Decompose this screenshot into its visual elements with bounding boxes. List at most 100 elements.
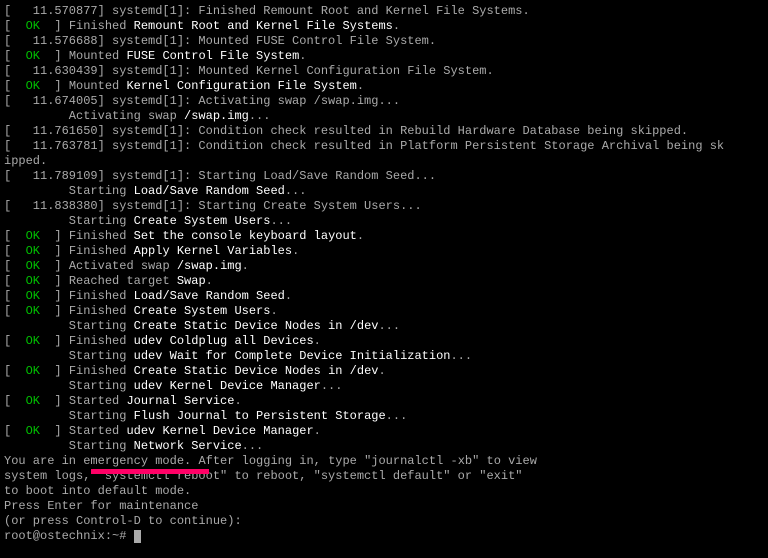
bracket: [ (4, 79, 26, 93)
timestamp-line: [ 11.674005] systemd[1]: Activating swap… (4, 94, 400, 108)
boot-console[interactable]: [ 11.570877] systemd[1]: Finished Remoun… (0, 0, 768, 548)
console-line: Starting Network Service... (4, 439, 764, 454)
console-line: [ OK ] Started Journal Service. (4, 394, 764, 409)
bracket: [ (4, 289, 26, 303)
status-unit: Create Static Device Nodes in /dev (134, 319, 379, 333)
status-unit: /swap.img (177, 259, 242, 273)
bracket: ] (40, 244, 69, 258)
bracket: ] (40, 19, 69, 33)
timestamp-line: [ 11.576688] systemd[1]: Mounted FUSE Co… (4, 34, 436, 48)
status-pre: Activating swap (4, 109, 184, 123)
status-pre: Finished (69, 289, 134, 303)
status-post: . (378, 364, 385, 378)
ok-status: OK (26, 49, 40, 63)
status-unit: Journal Service (126, 394, 234, 408)
emergency-line-4: Press Enter for maintenance (4, 499, 764, 514)
bracket: [ (4, 304, 26, 318)
status-unit: Flush Journal to Persistent Storage (134, 409, 386, 423)
bracket: ] (40, 259, 69, 273)
status-post: . (270, 304, 277, 318)
timestamp-line: [ 11.761650] systemd[1]: Condition check… (4, 124, 688, 138)
ok-status: OK (26, 274, 40, 288)
status-post: ... (270, 214, 292, 228)
status-post: . (357, 79, 364, 93)
status-unit: udev Wait for Complete Device Initializa… (134, 349, 451, 363)
console-line: [ 11.838380] systemd[1]: Starting Create… (4, 199, 764, 214)
console-line: [ 11.761650] systemd[1]: Condition check… (4, 124, 764, 139)
ok-status: OK (26, 394, 40, 408)
bracket: ] (40, 334, 69, 348)
status-pre: Finished (69, 19, 134, 33)
console-line: Starting Flush Journal to Persistent Sto… (4, 409, 764, 424)
status-pre: Finished (69, 334, 134, 348)
console-line: [ OK ] Finished Remount Root and Kernel … (4, 19, 764, 34)
status-post: . (285, 289, 292, 303)
console-line: [ OK ] Finished udev Coldplug all Device… (4, 334, 764, 349)
timestamp-line: [ 11.789109] systemd[1]: Starting Load/S… (4, 169, 436, 183)
bracket: ] (40, 394, 69, 408)
status-post: ... (242, 439, 264, 453)
console-line: [ 11.570877] systemd[1]: Finished Remoun… (4, 4, 764, 19)
timestamp-line: [ 11.763781] systemd[1]: Condition check… (4, 139, 724, 153)
emergency-text: Press Enter for maintenance (4, 499, 198, 513)
console-line: [ OK ] Finished Create Static Device Nod… (4, 364, 764, 379)
console-line: [ OK ] Finished Load/Save Random Seed. (4, 289, 764, 304)
status-unit: Create System Users (134, 304, 271, 318)
console-line: [ 11.630439] systemd[1]: Mounted Kernel … (4, 64, 764, 79)
emergency-text: to boot into default mode. (4, 484, 191, 498)
bracket: ] (40, 364, 69, 378)
status-unit: udev Kernel Device Manager (134, 379, 321, 393)
status-unit: /swap.img (184, 109, 249, 123)
status-pre: Reached target (69, 274, 177, 288)
emergency-line-3: to boot into default mode. (4, 484, 764, 499)
status-pre: Starting (4, 409, 134, 423)
status-post: . (299, 49, 306, 63)
status-post: . (242, 259, 249, 273)
status-pre: Starting (4, 439, 134, 453)
console-line: Starting udev Kernel Device Manager... (4, 379, 764, 394)
console-line: [ OK ] Finished Create System Users. (4, 304, 764, 319)
bracket: ] (40, 229, 69, 243)
emergency-line-1: You are in emergency mode. After logging… (4, 454, 764, 469)
emergency-text: (or press Control-D to continue): (4, 514, 242, 528)
console-line: [ OK ] Mounted Kernel Configuration File… (4, 79, 764, 94)
ok-status: OK (26, 364, 40, 378)
bracket: [ (4, 244, 26, 258)
bracket: [ (4, 424, 26, 438)
emergency-text: system logs, "systemctl reboot" to reboo… (4, 469, 522, 483)
status-pre: Starting (4, 379, 134, 393)
console-line: [ OK ] Reached target Swap. (4, 274, 764, 289)
console-line: [ OK ] Mounted FUSE Control File System. (4, 49, 764, 64)
status-unit: Load/Save Random Seed (134, 289, 285, 303)
console-line: [ 11.789109] systemd[1]: Starting Load/S… (4, 169, 764, 184)
bracket: [ (4, 49, 26, 63)
status-unit: Set the console keyboard layout (134, 229, 357, 243)
cursor (134, 530, 141, 543)
bracket: ] (40, 304, 69, 318)
status-post: . (234, 394, 241, 408)
emergency-text: You are in (4, 454, 83, 468)
status-post: . (393, 19, 400, 33)
console-line: [ OK ] Finished Apply Kernel Variables. (4, 244, 764, 259)
status-pre: Starting (4, 214, 134, 228)
emergency-mode-text: emergency mode (83, 454, 184, 468)
status-post: . (206, 274, 213, 288)
shell-prompt: root@ostechnix:~# (4, 529, 134, 543)
status-unit: udev Kernel Device Manager (126, 424, 313, 438)
bracket: [ (4, 274, 26, 288)
status-pre: Starting (4, 184, 134, 198)
ok-status: OK (26, 244, 40, 258)
ok-status: OK (26, 79, 40, 93)
redaction-mark (91, 469, 209, 474)
bracket: [ (4, 229, 26, 243)
ok-status: OK (26, 334, 40, 348)
console-line: Starting Create System Users... (4, 214, 764, 229)
console-line: Starting Create Static Device Nodes in /… (4, 319, 764, 334)
bracket: ] (40, 289, 69, 303)
status-pre: Finished (69, 244, 134, 258)
emergency-text: . After logging in, type "journalctl -xb… (184, 454, 537, 468)
console-line: Activating swap /swap.img... (4, 109, 764, 124)
shell-prompt-line[interactable]: root@ostechnix:~# (4, 529, 764, 544)
status-unit: Create System Users (134, 214, 271, 228)
bracket: ] (40, 274, 69, 288)
